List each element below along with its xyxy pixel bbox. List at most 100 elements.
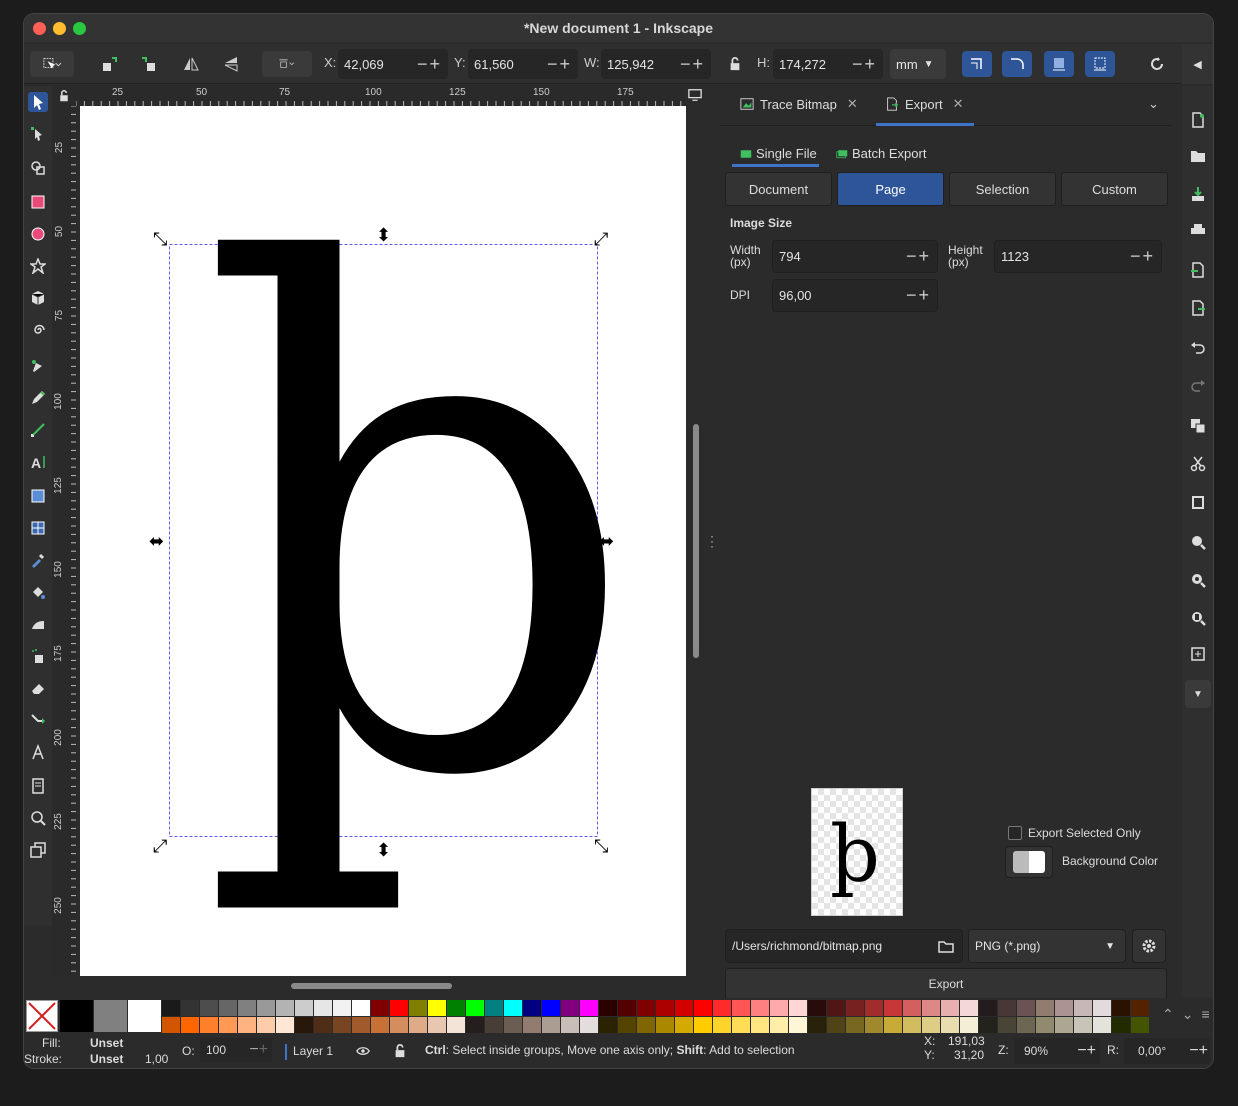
color-swatch[interactable] [979, 1000, 997, 1016]
color-swatch[interactable] [827, 1000, 845, 1016]
thorn-glyph[interactable]: þ [198, 176, 640, 876]
y-stepper[interactable]: −+ [547, 54, 572, 75]
zoom-stepper[interactable]: −+ [1077, 1042, 1096, 1060]
eye-icon[interactable] [356, 1044, 370, 1058]
width-stepper[interactable]: −+ [906, 246, 931, 267]
move-patterns-button[interactable] [1085, 51, 1115, 77]
shape-builder-tool[interactable] [28, 158, 48, 178]
color-swatch[interactable] [504, 1000, 522, 1016]
subtab-single-file[interactable]: Single File [740, 146, 817, 161]
color-swatch[interactable] [808, 1000, 826, 1016]
color-swatch[interactable] [257, 1017, 275, 1033]
color-swatch[interactable] [276, 1000, 294, 1016]
color-swatch[interactable] [884, 1000, 902, 1016]
copy-button[interactable] [1188, 416, 1208, 436]
scale-handle-sw[interactable]: ⤢ [153, 836, 168, 857]
color-swatch[interactable] [352, 1017, 370, 1033]
color-swatch[interactable] [561, 1000, 579, 1016]
color-swatch[interactable] [1017, 1017, 1035, 1033]
color-swatch[interactable] [1074, 1017, 1092, 1033]
no-paint-swatch[interactable] [26, 1000, 58, 1032]
rotate-cw-button[interactable] [134, 51, 164, 77]
minimize-window-button[interactable] [53, 22, 66, 35]
zoom-selection-button[interactable] [1188, 532, 1208, 552]
menu-icon[interactable]: ≡ [1201, 1006, 1213, 1022]
color-swatch[interactable] [238, 1017, 256, 1033]
color-swatch[interactable] [219, 1017, 237, 1033]
color-swatch[interactable] [162, 1000, 180, 1016]
tweak-tool[interactable] [28, 614, 48, 634]
color-swatch[interactable] [960, 1000, 978, 1016]
pages-tool[interactable] [28, 776, 48, 796]
color-swatch[interactable] [181, 1000, 199, 1016]
color-swatch[interactable] [694, 1000, 712, 1016]
pencil-tool[interactable] [28, 388, 48, 408]
color-swatch[interactable] [504, 1017, 522, 1033]
h-stepper[interactable]: −+ [852, 54, 877, 75]
format-dropdown[interactable]: PNG (*.png) ▼ [968, 929, 1126, 963]
undo-button[interactable] [1188, 338, 1208, 358]
expand-toolbar-button[interactable]: ◀ [1182, 44, 1213, 84]
color-swatch[interactable] [219, 1000, 237, 1016]
color-swatch[interactable] [181, 1017, 199, 1033]
color-swatch[interactable] [789, 1000, 807, 1016]
scale-stroke-button[interactable] [962, 51, 992, 77]
spiral-tool[interactable] [28, 320, 48, 340]
tab-export[interactable]: Export ✕ [885, 96, 963, 112]
3d-box-tool[interactable] [28, 288, 48, 308]
color-swatch[interactable] [523, 1017, 541, 1033]
palette-scroll-buttons[interactable]: ⌃⌄≡ [1162, 1006, 1213, 1023]
color-swatch[interactable] [827, 1017, 845, 1033]
rotate-ccw-button[interactable] [94, 51, 124, 77]
color-swatch[interactable] [960, 1017, 978, 1033]
color-swatch[interactable] [238, 1000, 256, 1016]
color-swatch[interactable] [257, 1000, 275, 1016]
unit-dropdown[interactable]: mm ▼ [890, 49, 946, 79]
tab-menu-button[interactable]: ⌄ [1148, 96, 1159, 112]
color-swatch[interactable] [1055, 1000, 1073, 1016]
color-swatch[interactable] [1131, 1000, 1149, 1016]
zoom-center-button[interactable] [1188, 644, 1208, 664]
rotate-field[interactable]: 0,00° −+ [1124, 1038, 1210, 1064]
node-tool[interactable] [28, 124, 48, 144]
y-field[interactable]: 61,560 −+ [468, 49, 578, 79]
background-color-button[interactable] [1005, 846, 1053, 878]
new-document-button[interactable] [1188, 110, 1208, 130]
pen-tool[interactable] [28, 356, 48, 376]
zoom-page-button[interactable] [1188, 608, 1208, 628]
color-swatch[interactable] [770, 1000, 788, 1016]
color-swatch[interactable] [200, 1000, 218, 1016]
export-settings-button[interactable] [1132, 929, 1166, 963]
color-swatch[interactable] [979, 1017, 997, 1033]
document-page[interactable]: ⤡ ⬍ ⤢ ⬌ ⬌ ⤢ ⬍ ⤡ þ [80, 106, 686, 976]
opacity-field[interactable]: 100 −+ [200, 1038, 272, 1062]
color-swatch[interactable] [1093, 1000, 1111, 1016]
color-swatch[interactable] [998, 1000, 1016, 1016]
color-swatch[interactable] [846, 1017, 864, 1033]
export-selected-only-checkbox[interactable] [1008, 826, 1022, 840]
color-swatch[interactable] [637, 1000, 655, 1016]
zoom-window-button[interactable] [73, 22, 86, 35]
color-swatch[interactable] [333, 1000, 351, 1016]
color-swatch[interactable] [447, 1017, 465, 1033]
subtab-batch-export[interactable]: Batch Export [836, 146, 926, 161]
scale-corners-button[interactable] [1002, 51, 1032, 77]
lock-proportions-button[interactable] [726, 51, 744, 77]
color-swatch[interactable] [713, 1017, 731, 1033]
scale-handle-w[interactable]: ⬌ [149, 531, 164, 552]
color-swatch[interactable] [998, 1017, 1016, 1033]
zoom-drawing-button[interactable] [1188, 570, 1208, 590]
color-swatch[interactable] [1093, 1017, 1111, 1033]
color-swatch[interactable] [580, 1000, 598, 1016]
color-swatch[interactable] [314, 1017, 332, 1033]
height-field[interactable]: 1123 −+ [994, 240, 1162, 273]
color-swatch[interactable] [409, 1017, 427, 1033]
flip-vertical-button[interactable] [216, 51, 246, 77]
panel-resize-handle[interactable]: · · · [710, 530, 716, 552]
color-swatch[interactable] [789, 1017, 807, 1033]
close-window-button[interactable] [33, 22, 46, 35]
dropper-tool[interactable] [28, 550, 48, 570]
color-swatch[interactable] [865, 1017, 883, 1033]
color-swatch[interactable] [694, 1017, 712, 1033]
color-swatch[interactable] [732, 1017, 750, 1033]
